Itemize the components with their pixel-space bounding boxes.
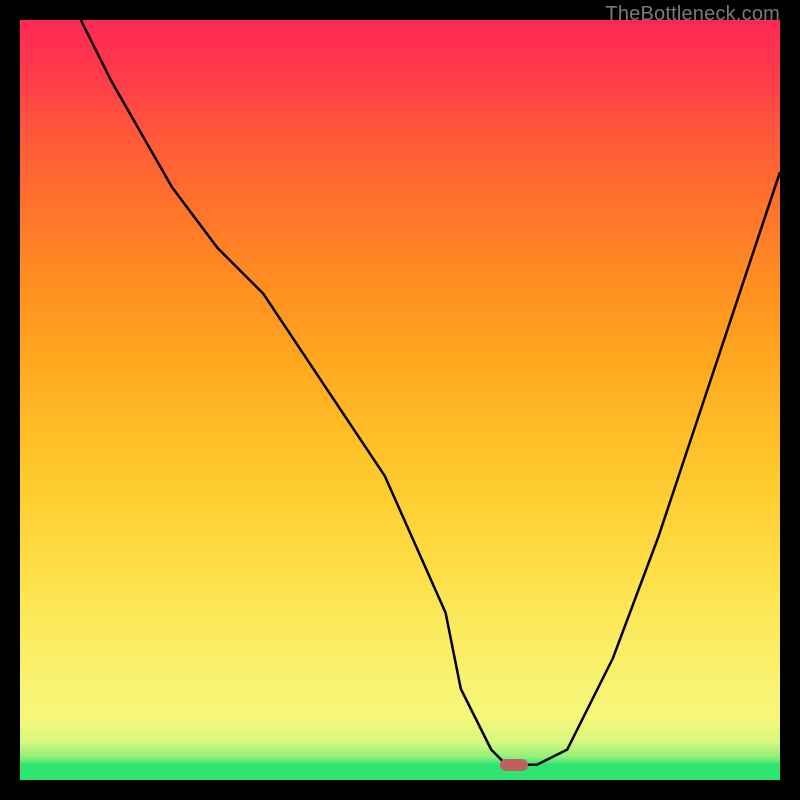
optimal-point-marker <box>500 759 528 771</box>
bottleneck-curve <box>20 20 780 780</box>
chart-frame: TheBottleneck.com <box>0 0 800 800</box>
plot-area <box>20 20 780 780</box>
